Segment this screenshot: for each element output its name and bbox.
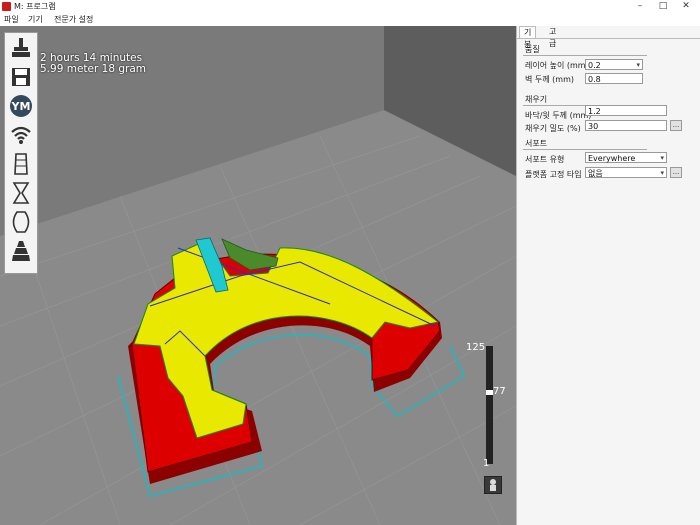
support-type-select[interactable]: Everywhere ▾ (585, 152, 667, 163)
adhesion-type-select[interactable]: 없음 ▾ (585, 167, 667, 178)
layer-min-label: 1 (483, 458, 490, 469)
shape-normal-icon[interactable] (8, 151, 34, 177)
close-button[interactable]: ✕ (676, 0, 696, 13)
window-title: M: 프로그램 (14, 2, 56, 11)
quality-divider (523, 55, 647, 56)
layer-height-field[interactable]: 0.2 ▾ (585, 59, 643, 70)
title-bar: M: 프로그램 – □ ✕ (0, 0, 700, 13)
tab-advanced[interactable]: 고급 (545, 26, 560, 48)
layer-slider-handle[interactable] (486, 390, 493, 395)
shell-thickness-field[interactable]: 0.8 (585, 73, 643, 84)
adhesion-type-label: 플랫폼 고정 타입 (525, 170, 582, 179)
shell-thickness-value: 0.8 (588, 75, 601, 84)
fill-density-label: 채우기 밀도 (%) (525, 124, 581, 133)
print-stats: 2 hours 14 minutes 5.99 meter 18 gram (40, 53, 146, 75)
view-mode-button[interactable] (484, 476, 502, 494)
svg-text:YM: YM (11, 100, 31, 113)
bottom-top-thickness-value: 1.2 (588, 107, 601, 116)
layer-current-label: 77 (493, 386, 506, 397)
shell-thickness-label: 벽 두께 (mm) (525, 75, 574, 84)
chevron-down-icon: ▾ (660, 154, 664, 162)
shape-hourglass-icon[interactable] (8, 180, 34, 206)
fill-density-value: 30 (588, 122, 599, 131)
fill-group-title: 채우기 (525, 95, 548, 104)
support-divider (523, 149, 647, 150)
view-mode-icon (490, 479, 496, 491)
menu-file[interactable]: 파일 (4, 14, 19, 25)
chevron-down-icon: ▾ (636, 61, 640, 69)
print-icon[interactable] (8, 35, 34, 61)
quality-group-title: 품질 (525, 45, 540, 54)
layer-max-label: 125 (466, 342, 486, 353)
menu-machine[interactable]: 기기 (28, 14, 43, 25)
adhesion-type-value: 없음 (588, 169, 603, 178)
chevron-down-icon: ▾ (660, 169, 664, 177)
wifi-icon[interactable] (8, 122, 34, 148)
fill-settings-button[interactable]: ... (670, 120, 682, 131)
maximize-button[interactable]: □ (653, 0, 673, 13)
support-type-value: Everywhere (588, 154, 636, 163)
app-logo-icon (2, 2, 11, 11)
scene-svg (0, 26, 516, 525)
save-icon[interactable] (8, 64, 34, 90)
bottom-top-thickness-label: 바닥/윗 두께 (mm) (525, 111, 592, 120)
menu-expert-settings[interactable]: 전문가 설정 (54, 14, 93, 25)
support-type-label: 서포트 유형 (525, 155, 565, 164)
print-material-text: 5.99 meter 18 gram (40, 63, 146, 75)
settings-panel: 기본 고급 품질 레이어 높이 (mm) 0.2 ▾ 벽 두께 (mm) 0.8… (516, 26, 700, 525)
layer-height-label: 레이어 높이 (mm) (525, 61, 589, 70)
menu-bar: 파일 기기 전문가 설정 (0, 13, 700, 26)
tab-divider (517, 38, 700, 39)
bottom-top-thickness-field[interactable]: 1.2 (585, 105, 667, 116)
fill-density-field[interactable]: 30 (585, 120, 667, 131)
layer-slider-track[interactable] (486, 346, 493, 464)
shape-bulge-icon[interactable] (8, 209, 34, 235)
ym-icon[interactable]: YM (8, 93, 34, 119)
minimize-button[interactable]: – (630, 0, 650, 13)
layer-height-value: 0.2 (588, 61, 601, 70)
model-viewport[interactable]: YM 2 hours 14 minutes 5.99 meter 18 gram… (0, 26, 516, 525)
shape-pagoda-icon[interactable] (8, 238, 34, 264)
left-toolbar: YM (4, 32, 38, 274)
support-group-title: 서포트 (525, 139, 548, 148)
support-settings-button[interactable]: ... (670, 167, 682, 178)
